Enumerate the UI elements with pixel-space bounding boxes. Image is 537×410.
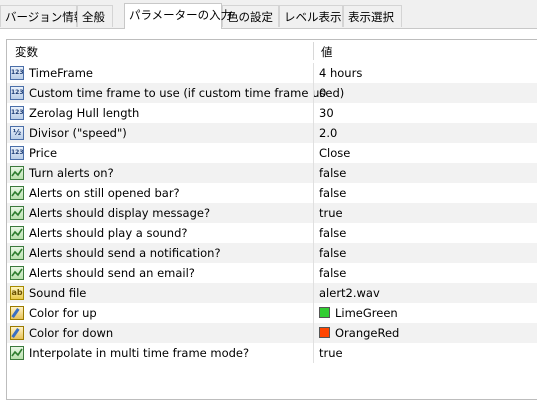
color-icon xyxy=(10,306,24,320)
param-value[interactable]: false xyxy=(319,246,346,260)
string-icon: ab xyxy=(10,286,24,300)
cell-divider xyxy=(313,203,314,223)
param-row[interactable]: 123 Custom time frame to use (if custom … xyxy=(7,83,537,103)
param-name: Interpolate in multi time frame mode? xyxy=(29,346,250,360)
tab-visualization[interactable]: 表示選択 xyxy=(343,5,402,27)
param-name: Custom time frame to use (if custom time… xyxy=(29,86,345,100)
bool-icon xyxy=(10,226,24,240)
int-icon: 123 xyxy=(10,66,24,80)
column-divider[interactable] xyxy=(313,42,314,60)
tab-label: バージョン情報 xyxy=(5,10,86,24)
param-row[interactable]: 123 Price Close xyxy=(7,143,537,163)
cell-divider xyxy=(313,103,314,123)
param-value[interactable]: false xyxy=(319,166,346,180)
param-row[interactable]: 123 TimeFrame 4 hours xyxy=(7,63,537,83)
param-name: Divisor ("speed") xyxy=(29,126,127,140)
param-value[interactable]: false xyxy=(319,226,346,240)
cell-divider xyxy=(313,243,314,263)
param-name: Alerts should display message? xyxy=(29,206,211,220)
param-value[interactable]: alert2.wav xyxy=(319,286,380,300)
bool-icon xyxy=(10,266,24,280)
param-name: Alerts should play a sound? xyxy=(29,226,188,240)
param-value[interactable]: true xyxy=(319,206,343,220)
param-value[interactable]: true xyxy=(319,346,343,360)
param-row[interactable]: Color for down OrangeRed xyxy=(7,323,537,343)
param-value[interactable]: 4 hours xyxy=(319,66,362,80)
param-name: Sound file xyxy=(29,286,87,300)
tab-strip: バージョン情報 全般 パラメーターの入力 色の設定 レベル表示 表示選択 xyxy=(0,0,537,29)
param-value[interactable]: 30 xyxy=(319,106,334,120)
cell-divider xyxy=(313,263,314,283)
param-name: Alerts should send an email? xyxy=(29,266,195,280)
bool-icon xyxy=(10,186,24,200)
param-value[interactable]: 0 xyxy=(319,86,326,100)
cell-divider xyxy=(313,163,314,183)
color-icon xyxy=(10,326,24,340)
double-icon: ½ xyxy=(10,126,24,140)
param-row[interactable]: Color for up LimeGreen xyxy=(7,303,537,323)
parameters-grid: 変数 値 123 TimeFrame 4 hours 123 Custom ti… xyxy=(6,39,537,400)
cell-divider xyxy=(313,283,314,303)
param-row[interactable]: Alerts should send an email? false xyxy=(7,263,537,283)
param-row[interactable]: Turn alerts on? false xyxy=(7,163,537,183)
cell-divider xyxy=(313,223,314,243)
param-name: TimeFrame xyxy=(29,66,93,80)
tab-parameters[interactable]: パラメーターの入力 xyxy=(124,3,232,29)
bool-icon xyxy=(10,206,24,220)
param-row[interactable]: ab Sound file alert2.wav xyxy=(7,283,537,303)
tab-label: 全般 xyxy=(82,10,105,24)
param-value[interactable]: false xyxy=(319,266,346,280)
color-swatch[interactable] xyxy=(319,307,330,318)
cell-divider xyxy=(313,323,314,343)
param-value[interactable]: Close xyxy=(319,146,350,160)
tab-general[interactable]: 全般 xyxy=(77,5,113,27)
param-row[interactable]: ½ Divisor ("speed") 2.0 xyxy=(7,123,537,143)
param-name: Zerolag Hull length xyxy=(29,106,140,120)
cell-divider xyxy=(313,63,314,83)
column-header-variable[interactable]: 変数 xyxy=(15,44,38,60)
param-value[interactable]: LimeGreen xyxy=(335,306,398,320)
param-name: Alerts on still opened bar? xyxy=(29,186,180,200)
tab-levels[interactable]: レベル表示 xyxy=(279,5,343,27)
tab-label: パラメーターの入力 xyxy=(129,8,233,22)
tab-label: 色の設定 xyxy=(227,10,273,24)
param-value[interactable]: OrangeRed xyxy=(335,326,399,340)
param-row[interactable]: Interpolate in multi time frame mode? tr… xyxy=(7,343,537,363)
grid-header: 変数 値 xyxy=(7,40,537,62)
tab-label: レベル表示 xyxy=(284,10,342,24)
param-row[interactable]: Alerts should display message? true xyxy=(7,203,537,223)
param-name: Color for down xyxy=(29,326,114,340)
param-row[interactable]: 123 Zerolag Hull length 30 xyxy=(7,103,537,123)
cell-divider xyxy=(313,343,314,363)
cell-divider xyxy=(313,123,314,143)
cell-divider xyxy=(313,83,314,103)
param-name: Color for up xyxy=(29,306,97,320)
color-swatch[interactable] xyxy=(319,327,330,338)
column-header-value[interactable]: 値 xyxy=(321,44,333,60)
param-value[interactable]: false xyxy=(319,186,346,200)
tab-version-info[interactable]: バージョン情報 xyxy=(0,5,85,27)
cell-divider xyxy=(313,143,314,163)
parameters-panel: 変数 値 123 TimeFrame 4 hours 123 Custom ti… xyxy=(0,28,537,410)
tab-label: 表示選択 xyxy=(348,10,394,24)
int-icon: 123 xyxy=(10,86,24,100)
int-icon: 123 xyxy=(10,146,24,160)
bool-icon xyxy=(10,346,24,360)
bool-icon xyxy=(10,166,24,180)
cell-divider xyxy=(313,303,314,323)
param-name: Turn alerts on? xyxy=(29,166,114,180)
param-row[interactable]: Alerts on still opened bar? false xyxy=(7,183,537,203)
param-value[interactable]: 2.0 xyxy=(319,126,337,140)
param-name: Alerts should send a notification? xyxy=(29,246,221,260)
param-name: Price xyxy=(29,146,58,160)
cell-divider xyxy=(313,183,314,203)
param-row[interactable]: Alerts should play a sound? false xyxy=(7,223,537,243)
bool-icon xyxy=(10,246,24,260)
param-row[interactable]: Alerts should send a notification? false xyxy=(7,243,537,263)
int-icon: 123 xyxy=(10,106,24,120)
